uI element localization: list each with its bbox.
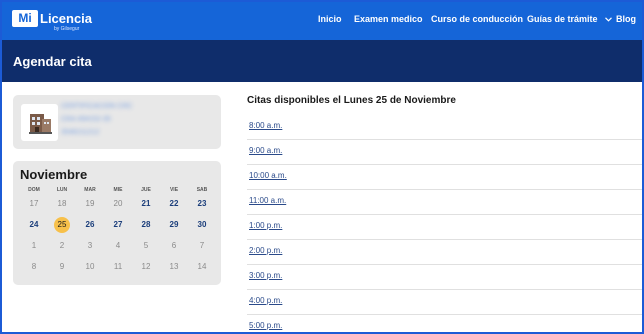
logo-wordmark: Licencia <box>40 11 93 26</box>
time-slot-link[interactable]: 3:00 p.m. <box>249 271 282 280</box>
time-slot-link[interactable]: 1:00 p.m. <box>249 221 282 230</box>
time-slot-link[interactable]: 5:00 p.m. <box>249 321 282 330</box>
location-phone: 3546211212 <box>61 129 100 136</box>
nav-link-inicio[interactable]: Inicio <box>318 14 342 24</box>
location-card: CERTIFICACION CRC CRA 45#152-35 35462112… <box>13 95 221 149</box>
calendar-day[interactable]: 27 <box>108 217 128 233</box>
calendar-day[interactable]: 24 <box>24 217 44 233</box>
weekday-header: MAR <box>84 187 96 193</box>
calendar-day-selected[interactable]: 25 <box>54 217 70 233</box>
logo-mi-badge: Mi <box>12 10 38 27</box>
calendar-day[interactable]: 28 <box>136 217 156 233</box>
calendar-month: Noviembre <box>20 167 88 182</box>
time-slot-link[interactable]: 8:00 a.m. <box>249 121 282 130</box>
nav-link-blog[interactable]: Blog <box>616 14 636 24</box>
calendar-day: 10 <box>85 262 95 271</box>
calendar-day[interactable]: 30 <box>192 217 212 233</box>
calendar: Noviembre DOM LUN MAR MIE JUE VIE SAB 17 18 19 20 2… <box>13 161 221 285</box>
time-slot-link[interactable]: 11:00 a.m. <box>249 196 286 205</box>
calendar-day[interactable]: 22 <box>164 196 184 212</box>
available-slots-title: Citas disponibles el Lunes 25 de Noviemb… <box>247 95 456 106</box>
calendar-day: 14 <box>197 262 207 271</box>
top-navigation-bar: Mi Licencia by Gilsegur Inicio Examen me… <box>2 2 642 40</box>
calendar-day[interactable]: 23 <box>192 196 212 212</box>
calendar-day: 9 <box>59 262 65 271</box>
time-slot-row: 2:00 p.m. <box>247 239 642 265</box>
nav-link-examen-medico[interactable]: Examen medico <box>354 14 423 24</box>
calendar-day: 17 <box>29 199 39 208</box>
time-slot-link[interactable]: 10:00 a.m. <box>249 171 287 180</box>
calendar-day: 6 <box>171 241 177 250</box>
calendar-day: 2 <box>59 241 65 250</box>
page-title: Agendar cita <box>13 54 92 69</box>
calendar-day[interactable]: 26 <box>80 217 100 233</box>
page-title-bar: Agendar cita <box>2 40 642 82</box>
calendar-day: 7 <box>199 241 205 250</box>
time-slot-row: 1:00 p.m. <box>247 214 642 240</box>
calendar-day: 12 <box>141 262 151 271</box>
time-slot-link[interactable]: 2:00 p.m. <box>249 246 282 255</box>
calendar-day: 13 <box>169 262 179 271</box>
calendar-day: 20 <box>113 199 123 208</box>
time-slot-row: 5:00 p.m. <box>247 314 642 332</box>
weekday-header: JUE <box>141 187 151 193</box>
location-name: CERTIFICACION CRC <box>61 103 133 110</box>
weekday-header: SAB <box>196 187 208 193</box>
calendar-day[interactable]: 21 <box>136 196 156 212</box>
calendar-day: 18 <box>57 199 67 208</box>
nav-link-guias-tramite[interactable]: Guías de trámite <box>527 14 612 24</box>
calendar-day: 3 <box>87 241 93 250</box>
calendar-day: 8 <box>31 262 37 271</box>
weekday-header: MIE <box>113 187 123 193</box>
time-slot-link[interactable]: 4:00 p.m. <box>249 296 282 305</box>
location-address: CRA 45#152-35 <box>61 116 111 123</box>
weekday-header: VIE <box>169 187 179 193</box>
calendar-day: 1 <box>31 241 37 250</box>
time-slot-row: 3:00 p.m. <box>247 264 642 290</box>
weekday-header: LUN <box>56 187 68 193</box>
browser-frame: Mi Licencia by Gilsegur Inicio Examen me… <box>0 0 644 334</box>
time-slot-row: 10:00 a.m. <box>247 164 642 190</box>
calendar-day: 5 <box>143 241 149 250</box>
calendar-day: 11 <box>113 262 123 271</box>
nav-link-curso-conduccion[interactable]: Curso de conducción <box>431 14 523 24</box>
time-slot-row: 8:00 a.m. <box>247 114 642 140</box>
chevron-down-icon <box>605 17 612 22</box>
weekday-header: DOM <box>28 187 40 193</box>
building-icon <box>21 104 58 141</box>
calendar-day: 4 <box>115 241 121 250</box>
time-slot-row: 11:00 a.m. <box>247 189 642 215</box>
calendar-day: 19 <box>85 199 95 208</box>
nav-link-guias-label: Guías de trámite <box>527 14 598 24</box>
time-slot-row: 4:00 p.m. <box>247 289 642 315</box>
calendar-day[interactable]: 29 <box>164 217 184 233</box>
time-slot-row: 9:00 a.m. <box>247 139 642 165</box>
time-slot-link[interactable]: 9:00 a.m. <box>249 146 282 155</box>
logo-tagline: by Gilsegur <box>54 26 80 32</box>
